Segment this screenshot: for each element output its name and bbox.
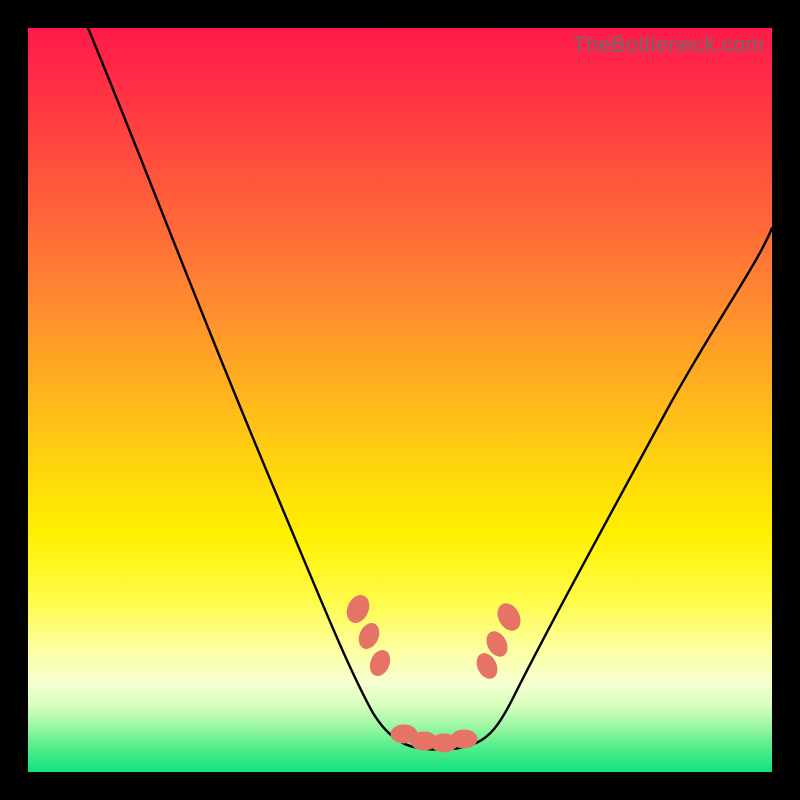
plot-area: TheBottleneck.com [28, 28, 772, 772]
bead-left-1 [343, 592, 373, 626]
bottleneck-curve [88, 28, 772, 750]
bead-right-3 [494, 600, 525, 634]
chart-svg [28, 28, 772, 772]
outer-frame: TheBottleneck.com [0, 0, 800, 800]
bead-flat-4 [451, 730, 477, 748]
bead-left-2 [355, 620, 382, 651]
bead-left-3 [367, 648, 393, 679]
